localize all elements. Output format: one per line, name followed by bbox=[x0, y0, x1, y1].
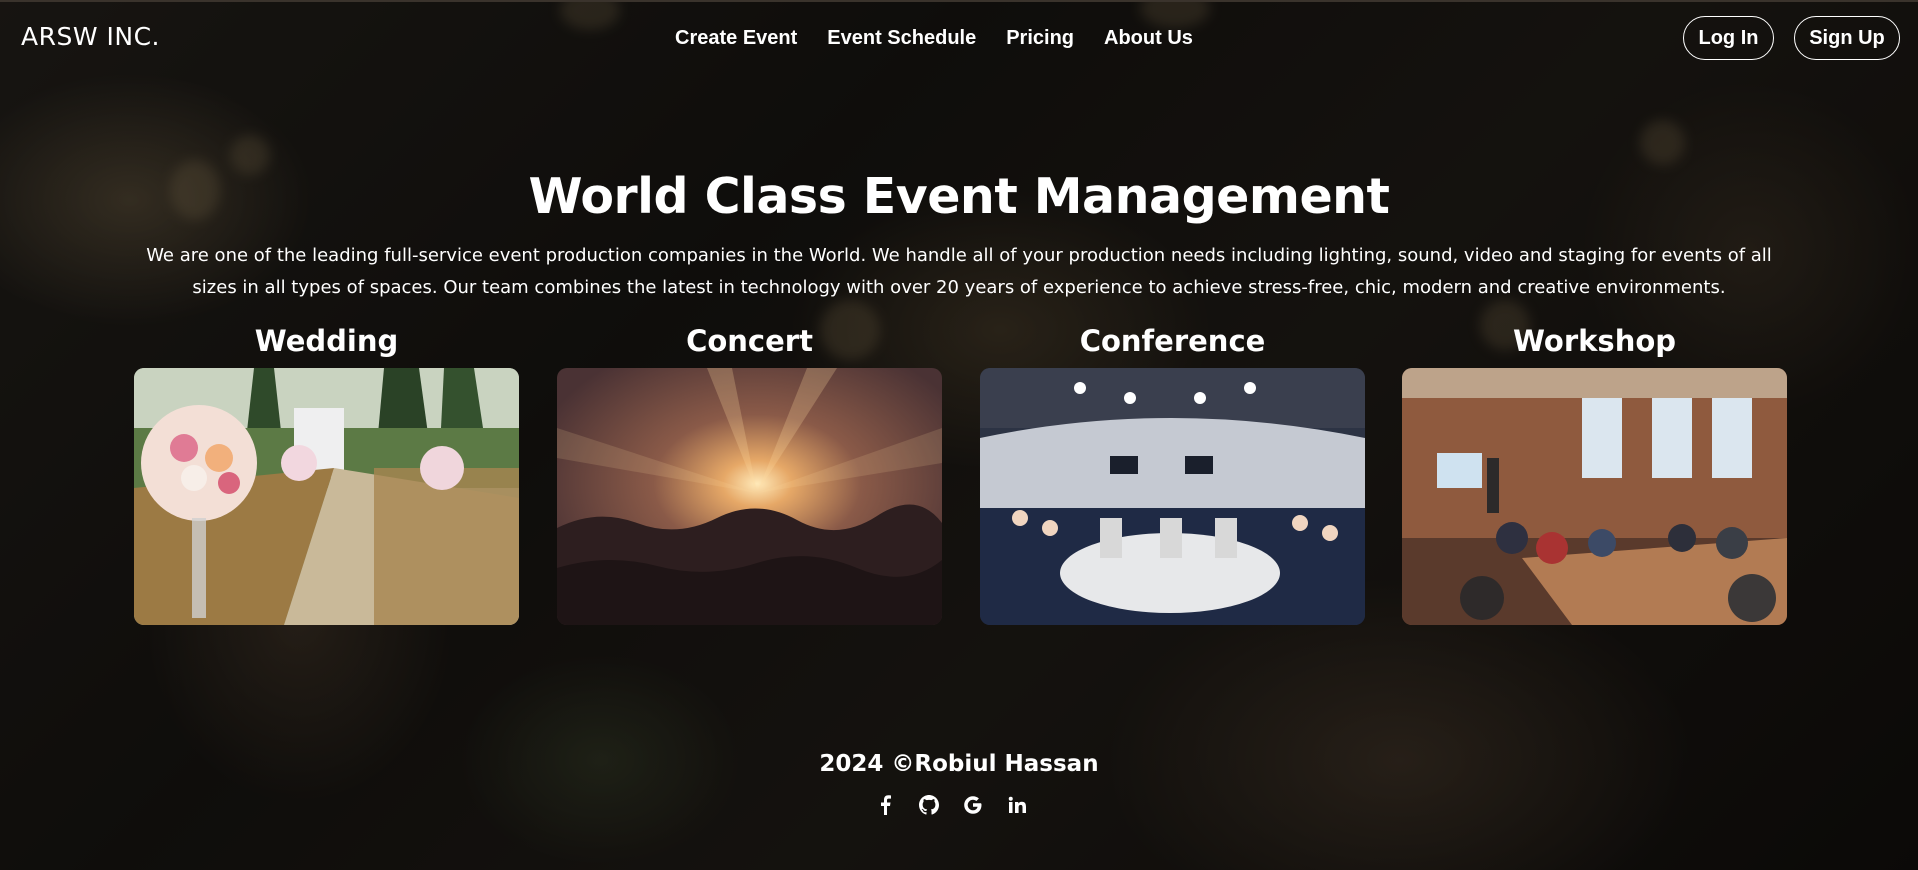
facebook-icon[interactable] bbox=[874, 794, 896, 816]
nav-pricing[interactable]: Pricing bbox=[1006, 27, 1074, 50]
nav-create-event[interactable]: Create Event bbox=[675, 27, 797, 50]
signup-button[interactable]: Sign Up bbox=[1794, 16, 1900, 60]
conference-image[interactable] bbox=[980, 368, 1365, 625]
hero-description: We are one of the leading full-service e… bbox=[146, 245, 1772, 298]
footer-copyright: 2024 ©Robiul Hassan bbox=[819, 751, 1099, 777]
top-navbar: ARSW INC. Create Event Event Schedule Pr… bbox=[0, 0, 1918, 78]
wedding-image[interactable] bbox=[134, 368, 519, 625]
category-card-concert[interactable]: Concert bbox=[557, 322, 942, 625]
category-title: Concert bbox=[686, 324, 813, 358]
category-card-workshop[interactable]: Workshop bbox=[1402, 322, 1787, 625]
concert-image[interactable] bbox=[557, 368, 942, 625]
main-nav: Create Event Event Schedule Pricing Abou… bbox=[675, 27, 1193, 50]
nav-about-us[interactable]: About Us bbox=[1104, 27, 1193, 50]
category-title: Workshop bbox=[1512, 324, 1677, 358]
github-icon[interactable] bbox=[918, 794, 940, 816]
login-button[interactable]: Log In bbox=[1683, 16, 1774, 60]
social-links bbox=[874, 794, 1028, 816]
brand-logo[interactable]: ARSW INC. bbox=[21, 22, 160, 51]
category-card-wedding[interactable]: Wedding bbox=[134, 322, 519, 625]
event-categories: Wedding Concert Conference Workshop bbox=[134, 322, 1787, 627]
category-card-conference[interactable]: Conference bbox=[980, 322, 1365, 625]
nav-event-schedule[interactable]: Event Schedule bbox=[827, 27, 976, 50]
page: ARSW INC. Create Event Event Schedule Pr… bbox=[0, 0, 1918, 870]
category-title: Wedding bbox=[254, 324, 399, 358]
page-title: World Class Event Management bbox=[528, 168, 1390, 225]
workshop-image[interactable] bbox=[1402, 368, 1787, 625]
category-title: Conference bbox=[1079, 324, 1266, 358]
linkedin-icon[interactable] bbox=[1006, 794, 1028, 816]
google-icon[interactable] bbox=[962, 794, 984, 816]
